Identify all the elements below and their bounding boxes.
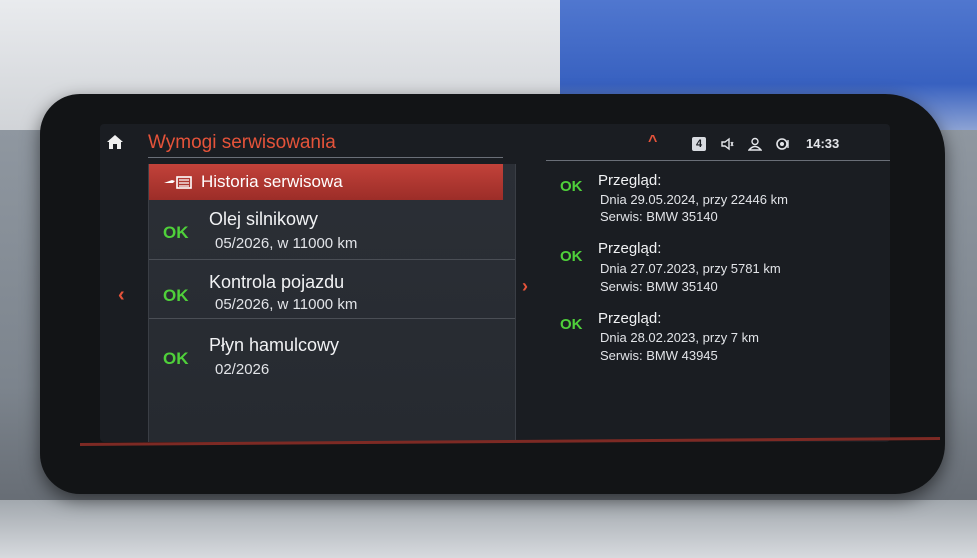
service-history-label: Historia serwisowa	[201, 172, 343, 191]
idrive-screen: Wymogi serwisowania ^ 4 14:33 ‹ Historia…	[100, 124, 890, 442]
item-detail: 05/2026, w 11000 km	[215, 235, 358, 252]
user-icon	[748, 137, 762, 151]
notification-badge[interactable]: 4	[692, 136, 706, 151]
record-service: Serwis: BMW 43945	[600, 348, 718, 363]
status-bar: Wymogi serwisowania ^ 4 14:33	[100, 124, 890, 160]
page-title: Wymogi serwisowania	[148, 132, 336, 153]
status-ok: OK	[163, 349, 189, 368]
record-date: Dnia 29.05.2024, przy 22446 km	[600, 192, 788, 207]
service-requirements-list: Historia serwisowa OK Olej silnikowy 05/…	[148, 164, 516, 442]
item-title: Płyn hamulcowy	[209, 335, 340, 355]
record-service: Serwis: BMW 35140	[600, 279, 718, 294]
title-divider	[148, 157, 503, 158]
list-item-oil[interactable]: OK Olej silnikowy 05/2026, w 11000 km	[149, 201, 515, 260]
chevron-up-icon[interactable]: ^	[648, 133, 657, 151]
record-service: Serwis: BMW 35140	[600, 209, 718, 224]
item-title: Olej silnikowy	[209, 209, 319, 229]
status-ok: OK	[163, 223, 189, 242]
record-title: Przegląd:	[598, 172, 662, 189]
status-ok: OK	[560, 316, 583, 333]
history-divider	[546, 160, 890, 161]
item-title: Kontrola pojazdu	[209, 272, 345, 292]
dashboard-trim	[0, 500, 977, 558]
record-date: Dnia 28.02.2023, przy 7 km	[600, 330, 759, 345]
volume-icon	[721, 137, 734, 150]
chevron-left-icon[interactable]: ‹	[118, 284, 125, 307]
status-ok: OK	[163, 286, 189, 305]
service-history-button[interactable]: Historia serwisowa	[149, 164, 503, 200]
status-ok: OK	[560, 178, 583, 195]
connectivity-icon	[776, 137, 789, 150]
record-title: Przegląd:	[598, 240, 662, 257]
chevron-right-icon[interactable]: ›	[522, 276, 528, 297]
record-date: Dnia 27.07.2023, przy 5781 km	[600, 261, 781, 276]
service-history-icon	[164, 176, 192, 189]
list-item-inspection[interactable]: OK Kontrola pojazdu 05/2026, w 11000 km	[149, 260, 515, 319]
record-title: Przegląd:	[598, 310, 662, 327]
status-ok: OK	[560, 248, 583, 265]
clock: 14:33	[806, 136, 840, 151]
list-item-brake-fluid[interactable]: OK Płyn hamulcowy 02/2026	[149, 319, 515, 378]
item-detail: 05/2026, w 11000 km	[215, 296, 358, 313]
status-icons: 4 14:33	[692, 136, 839, 151]
item-detail: 02/2026	[215, 361, 270, 378]
home-icon[interactable]	[106, 134, 124, 150]
